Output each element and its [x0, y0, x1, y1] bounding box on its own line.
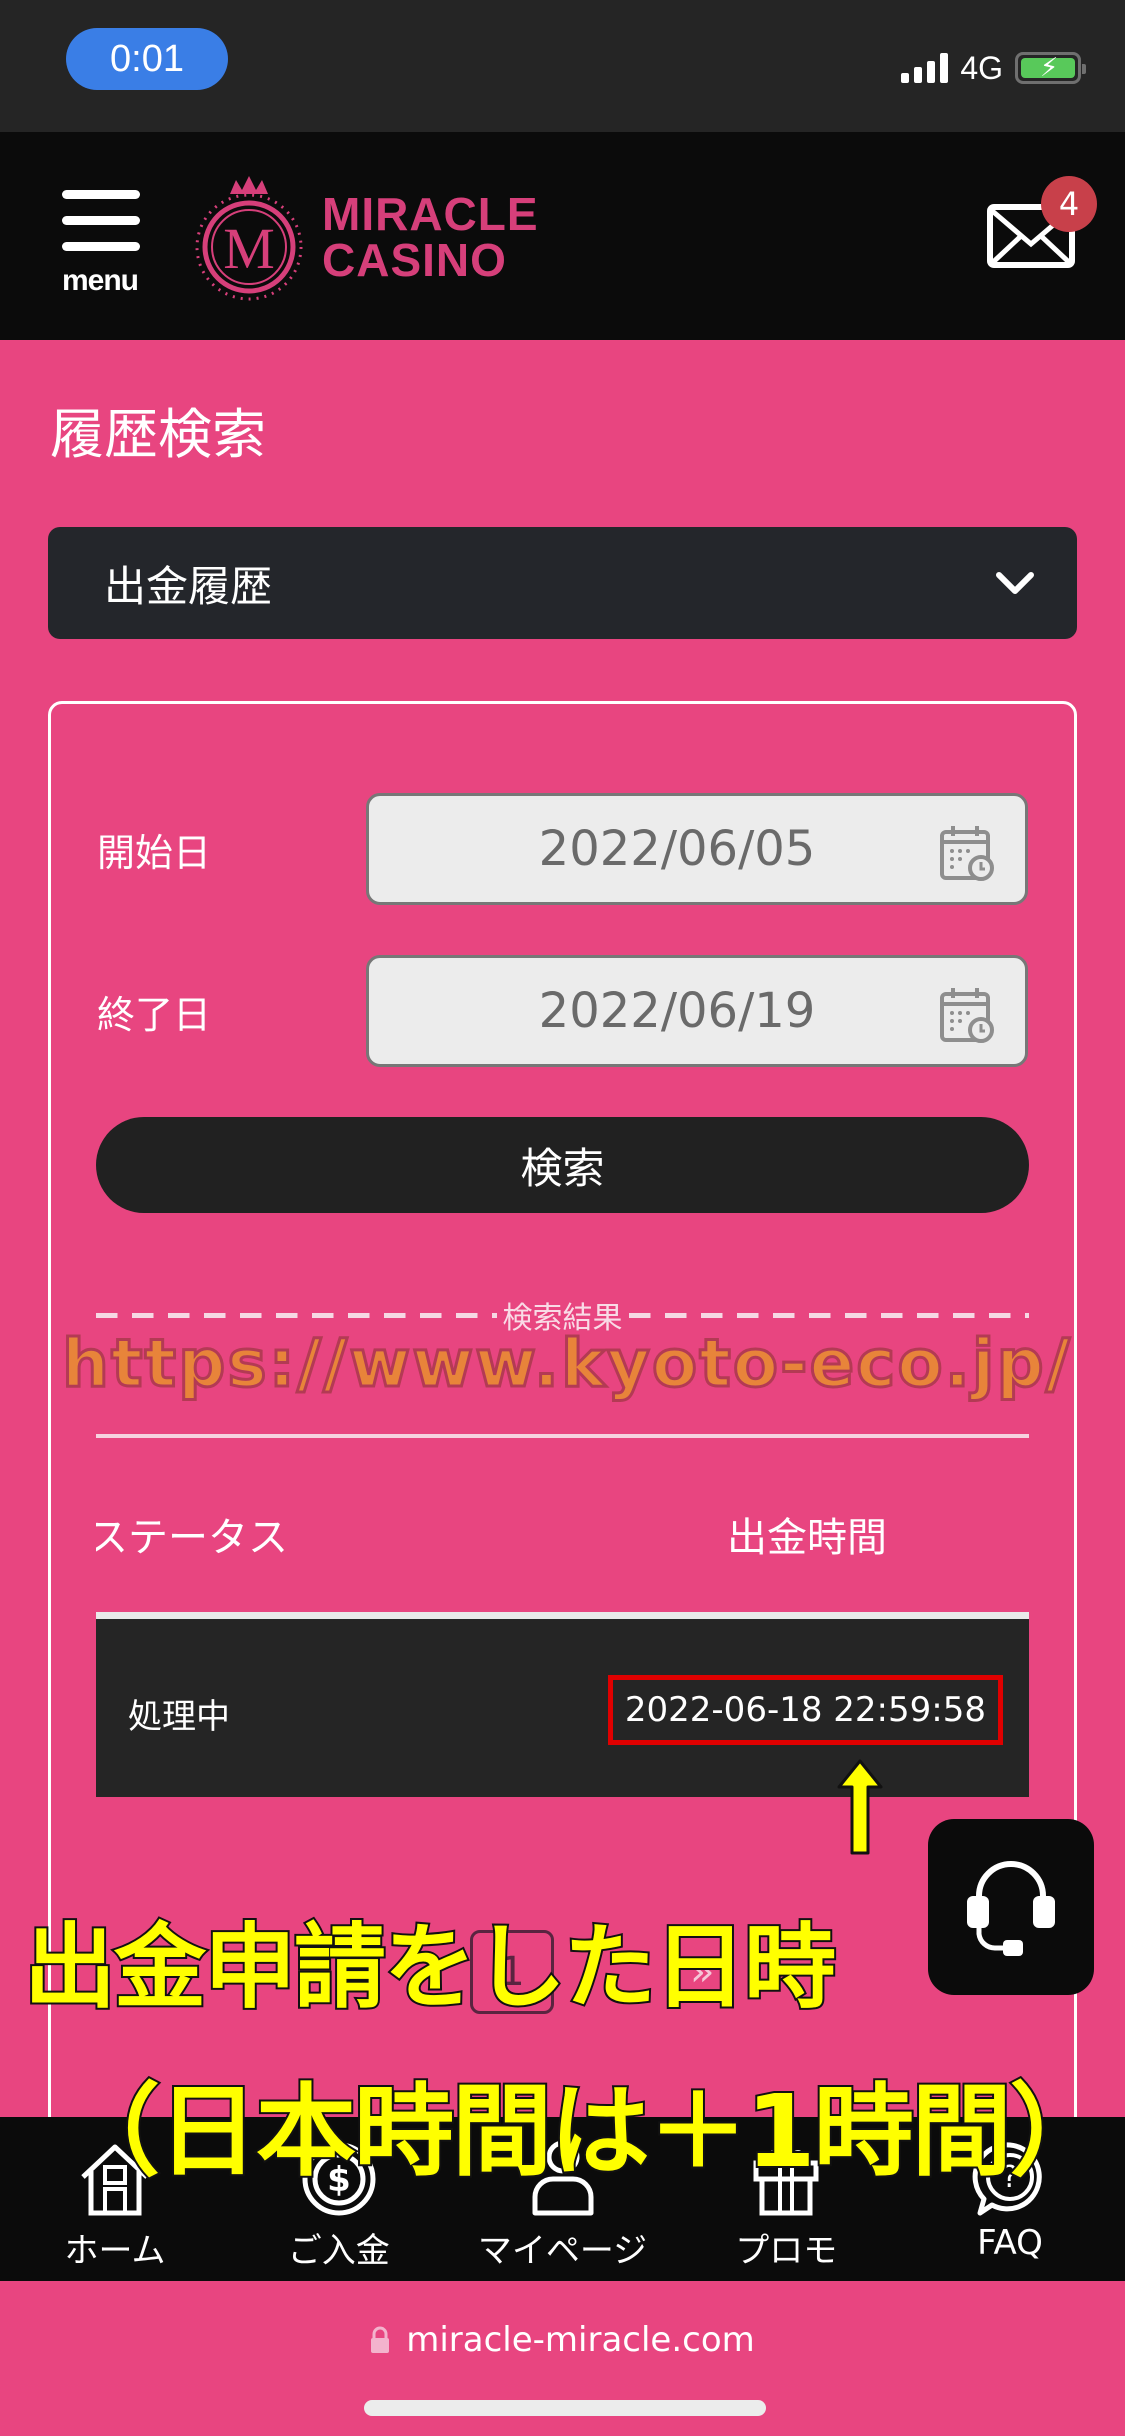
lock-icon — [371, 2326, 390, 2353]
chevron-down-icon — [996, 572, 1034, 594]
signal-icon — [901, 53, 949, 83]
column-header-status: ステータス — [88, 1515, 288, 1561]
annotation-line2: （日本時間は＋1時間） — [58, 2071, 1112, 2192]
mail-badge: 4 — [1041, 176, 1097, 232]
status-time: 0:01 — [66, 28, 228, 90]
headset-icon — [967, 1861, 1055, 1956]
network-type: 4G — [960, 49, 1003, 86]
browser-url-bar[interactable]: miracle-miracle.com — [0, 2310, 1125, 2370]
hamburger-icon — [62, 190, 140, 199]
annotation-arrow-icon — [837, 1759, 883, 1855]
divider — [96, 1434, 1029, 1438]
site-logo[interactable]: M MIRACLE CASINO — [190, 172, 539, 302]
home-indicator — [364, 2400, 766, 2416]
end-date-label: 終了日 — [97, 993, 212, 1037]
history-type-value: 出金履歴 — [104, 561, 273, 611]
logo-line1: MIRACLE — [322, 188, 539, 240]
status-indicators: 4G ⚡ — [901, 48, 1086, 88]
column-header-time: 出金時間 — [727, 1515, 887, 1561]
history-type-select[interactable]: 出金履歴 — [48, 527, 1077, 639]
row-status: 処理中 — [128, 1697, 230, 1737]
battery-icon: ⚡ — [1015, 52, 1086, 84]
table-row[interactable]: 処理中 2022-06-18 22:59:58 — [96, 1612, 1029, 1797]
svg-text:M: M — [223, 216, 275, 281]
support-chat-button[interactable] — [928, 1819, 1094, 1995]
search-button[interactable]: 検索 — [96, 1117, 1029, 1213]
calendar-icon[interactable] — [939, 986, 995, 1044]
logo-emblem-icon: M — [190, 172, 308, 302]
start-date-label: 開始日 — [97, 831, 212, 875]
menu-button[interactable]: menu — [62, 190, 148, 298]
calendar-icon[interactable] — [939, 824, 995, 882]
annotation-line1: 出金申請をした日時 — [22, 1912, 838, 2023]
logo-line2: CASINO — [322, 234, 507, 286]
page-title: 履歴検索 — [50, 403, 266, 466]
end-date-input[interactable]: 2022/06/19 — [366, 955, 1028, 1067]
watermark-text: https://www.kyoto-eco.jp/ — [61, 1324, 1072, 1404]
row-withdrawal-time: 2022-06-18 22:59:58 — [607, 1675, 1003, 1745]
status-bar: 0:01 4G ⚡ — [0, 0, 1125, 132]
browser-url: miracle-miracle.com — [406, 2320, 755, 2360]
start-date-input[interactable]: 2022/06/05 — [366, 793, 1028, 905]
menu-label: menu — [62, 264, 139, 297]
site-header: menu M MIRACLE CASINO 4 — [0, 132, 1125, 340]
